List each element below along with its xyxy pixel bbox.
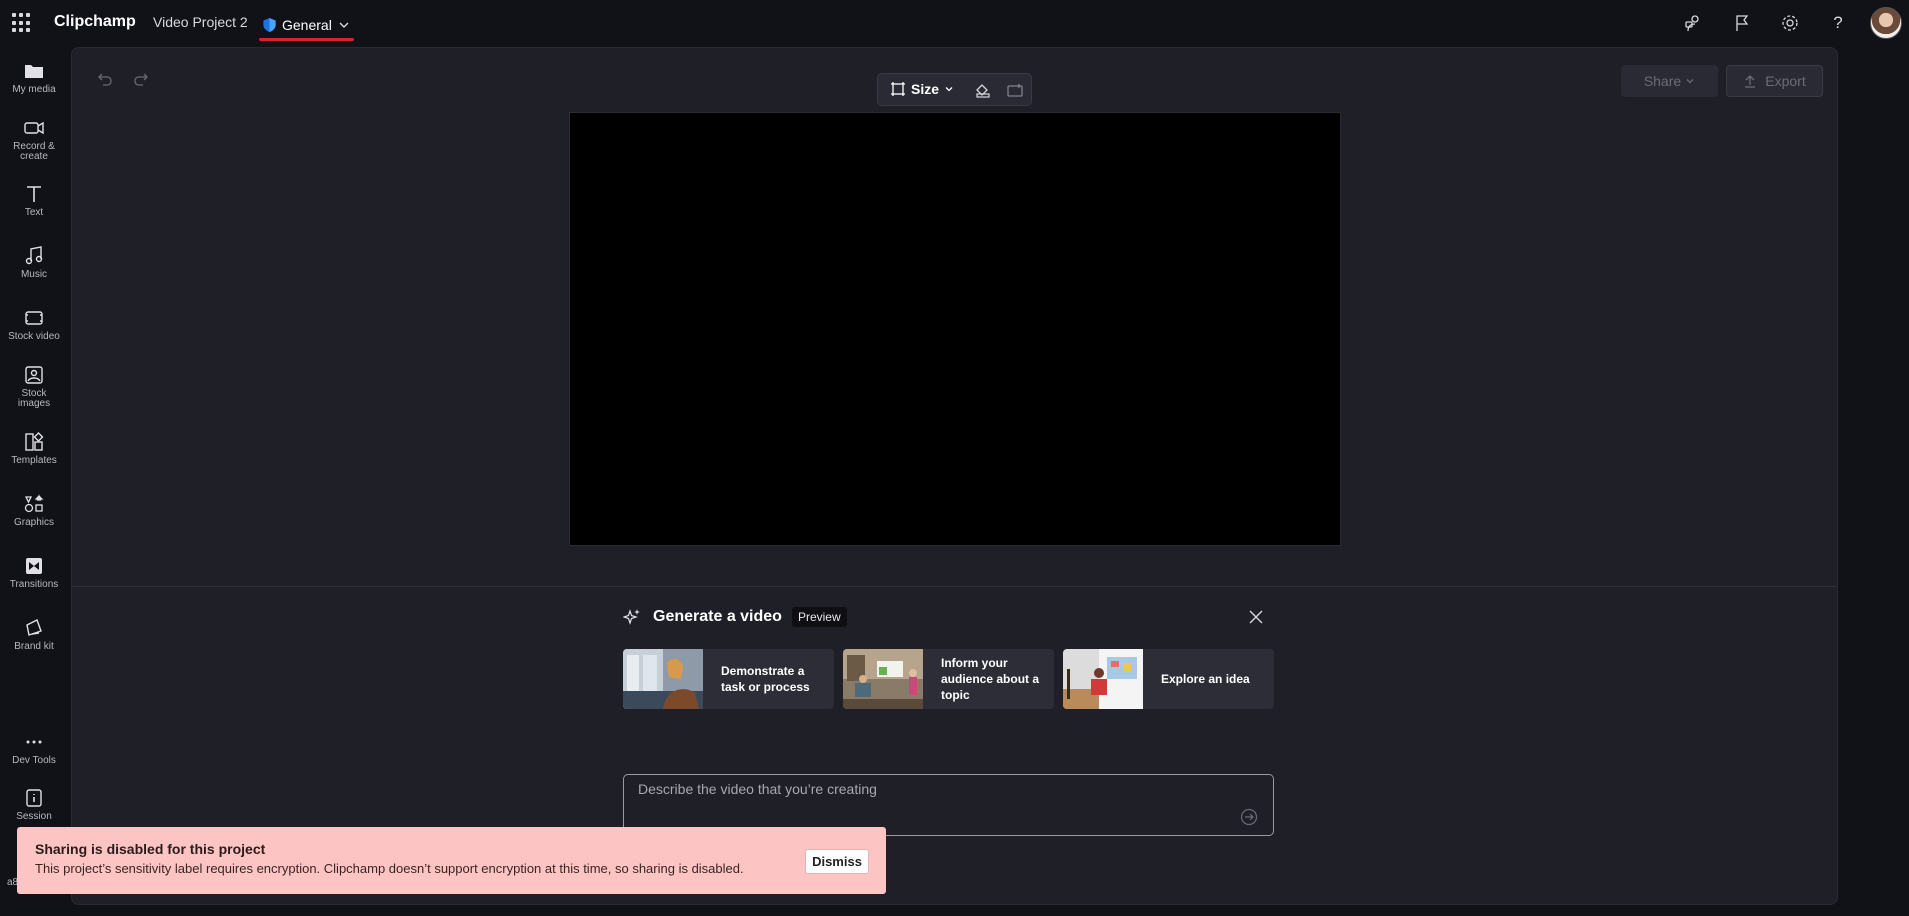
card-text: Inform your audience about a topic xyxy=(941,656,1040,702)
redo-icon[interactable] xyxy=(132,70,150,88)
sidebar-item-templates[interactable]: Templates xyxy=(0,431,68,466)
dismiss-button[interactable]: Dismiss xyxy=(805,849,869,874)
generate-title: Generate a video xyxy=(653,608,782,625)
divider xyxy=(72,586,1837,587)
sidebar-item-session[interactable]: Session xyxy=(0,787,68,822)
chevron-down-icon xyxy=(339,22,349,28)
suggestion-card-inform[interactable]: Inform your audience about a topic xyxy=(843,649,1054,709)
image-icon xyxy=(25,366,43,384)
shapes-icon xyxy=(24,494,44,513)
templates-icon xyxy=(25,432,44,451)
editor-panel: Size Share Export Generate a video Previ… xyxy=(71,47,1838,905)
avatar[interactable] xyxy=(1870,7,1902,39)
fit-icon[interactable] xyxy=(1006,82,1024,100)
export-button[interactable]: Export xyxy=(1726,65,1823,97)
send-icon[interactable] xyxy=(1240,808,1258,826)
sidebar-item-text[interactable]: Text xyxy=(0,183,68,218)
sidebar-item-label: Stock video xyxy=(8,331,60,342)
card-text: Explore an idea xyxy=(1161,672,1250,686)
aspect-ratio-icon xyxy=(891,82,905,96)
gear-icon[interactable] xyxy=(1779,12,1801,34)
sidebar-item-label: Brand kit xyxy=(14,641,54,652)
sidebar-item-label: Music xyxy=(20,269,48,280)
label-underline xyxy=(259,38,354,41)
sidebar-item-label: Dev Tools xyxy=(12,755,56,766)
suggestion-card-demonstrate[interactable]: Demonstrate a task or process xyxy=(623,649,834,709)
film-icon xyxy=(25,311,43,325)
toast-body: This project’s sensitivity label require… xyxy=(35,861,744,876)
suggestion-card-explore[interactable]: Explore an idea xyxy=(1063,649,1274,709)
thumbnail-image xyxy=(843,649,923,709)
sidebar-item-brand-kit[interactable]: Brand kit xyxy=(0,617,68,652)
sidebar-item-stock-images[interactable]: Stock images xyxy=(0,364,68,409)
card-text: Demonstrate a task or process xyxy=(721,664,810,694)
app-launcher-icon[interactable] xyxy=(12,13,32,33)
sidebar-item-label: Text xyxy=(24,207,44,218)
flag-icon[interactable] xyxy=(1731,12,1753,34)
project-name[interactable]: Video Project 2 xyxy=(153,14,248,30)
sidebar-item-graphics[interactable]: Graphics xyxy=(0,493,68,528)
folder-icon xyxy=(25,65,43,78)
sidebar-item-my-media[interactable]: My media xyxy=(0,60,68,95)
video-preview-canvas[interactable] xyxy=(569,112,1341,546)
share-button[interactable]: Share xyxy=(1621,65,1718,97)
shield-icon xyxy=(263,18,276,32)
more-icon xyxy=(26,740,42,744)
transitions-icon xyxy=(26,558,42,574)
session-icon xyxy=(26,789,42,807)
camera-icon xyxy=(24,121,44,135)
sidebar-item-label: Record & create xyxy=(13,141,55,162)
chevron-down-icon xyxy=(945,87,953,92)
prompt-input[interactable] xyxy=(624,775,1273,835)
sidebar-item-transitions[interactable]: Transitions xyxy=(0,555,68,590)
sharing-disabled-toast: Sharing is disabled for this project Thi… xyxy=(17,827,886,894)
sidebar-item-label: Templates xyxy=(11,455,57,466)
top-bar: Clipchamp Video Project 2 General ? xyxy=(0,0,1909,46)
undo-icon[interactable] xyxy=(96,70,114,88)
thumbnail-image xyxy=(623,649,703,709)
close-icon[interactable] xyxy=(1248,609,1264,625)
sidebar-item-music[interactable]: Music xyxy=(0,245,68,280)
sidebar-item-record-create[interactable]: Record & create xyxy=(0,117,68,162)
size-button[interactable]: Size xyxy=(890,81,954,97)
text-icon xyxy=(27,186,41,202)
sidebar-item-label: Session xyxy=(16,811,52,822)
sensitivity-label-button[interactable]: General xyxy=(259,10,354,41)
music-icon xyxy=(25,246,43,265)
app-name[interactable]: Clipchamp xyxy=(54,13,136,31)
sidebar-item-label: Stock images xyxy=(17,388,51,409)
sidebar-item-label: Graphics xyxy=(13,517,54,528)
background-color-icon[interactable] xyxy=(974,82,992,100)
sidebar: My media Record & create Text Music Stoc… xyxy=(0,46,68,916)
brand-kit-icon xyxy=(26,619,42,636)
preview-badge: Preview xyxy=(791,607,847,627)
sidebar-item-label: Transitions xyxy=(9,579,59,590)
generate-header: Generate a video Preview xyxy=(623,603,847,631)
help-icon[interactable]: ? xyxy=(1827,12,1849,34)
thumbnail-image xyxy=(1063,649,1143,709)
share-label: Share xyxy=(1643,73,1682,89)
upload-icon xyxy=(1745,75,1756,88)
toast-title: Sharing is disabled for this project xyxy=(35,841,266,857)
collaborate-icon[interactable] xyxy=(1682,12,1704,34)
sidebar-item-stock-video[interactable]: Stock video xyxy=(0,307,68,342)
sidebar-item-label: My media xyxy=(12,84,56,95)
sparkle-icon xyxy=(623,609,640,625)
chevron-down-icon xyxy=(1686,79,1694,84)
canvas-toolbar: Size xyxy=(877,73,1032,106)
export-label: Export xyxy=(1765,73,1806,89)
size-label: Size xyxy=(911,81,940,97)
sidebar-item-dev-tools[interactable]: Dev Tools xyxy=(0,731,68,766)
sensitivity-label-text: General xyxy=(282,17,332,33)
